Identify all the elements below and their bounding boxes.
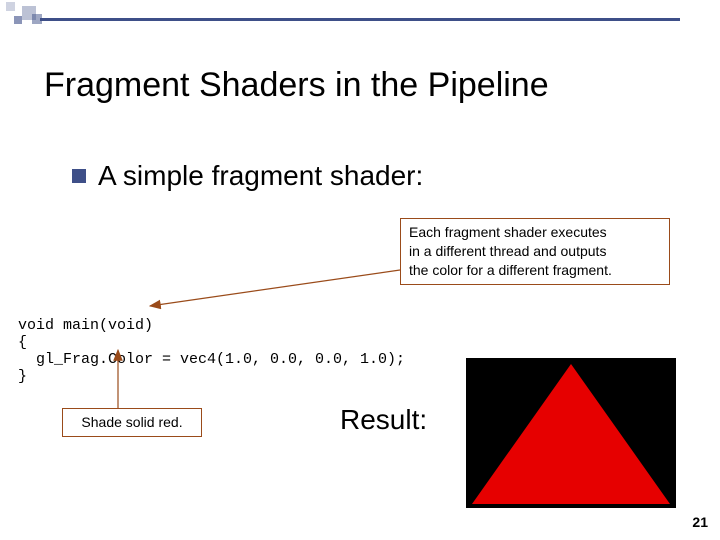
callout-line: Each fragment shader executes (409, 223, 661, 242)
page-number: 21 (692, 514, 708, 530)
bullet-item: A simple fragment shader: (72, 160, 423, 192)
slide-title: Fragment Shaders in the Pipeline (44, 66, 549, 105)
code-line: } (18, 368, 27, 385)
callout-thread: Each fragment shader executes in a diffe… (400, 218, 670, 285)
callout-shade: Shade solid red. (62, 408, 202, 437)
code-block: void main(void) { gl_Frag.Color = vec4(1… (18, 300, 405, 385)
callout-line: in a different thread and outputs (409, 242, 661, 261)
callout-text: Shade solid red. (81, 414, 182, 430)
bullet-text: A simple fragment shader: (98, 160, 423, 191)
red-triangle-icon (466, 358, 676, 508)
result-image (466, 358, 676, 508)
code-line: void main(void) (18, 317, 153, 334)
result-label: Result: (340, 404, 427, 436)
code-line: gl_Frag.Color = vec4(1.0, 0.0, 0.0, 1.0)… (18, 351, 405, 368)
code-line: { (18, 334, 27, 351)
bullet-marker-icon (72, 169, 86, 183)
callout-line: the color for a different fragment. (409, 261, 661, 280)
